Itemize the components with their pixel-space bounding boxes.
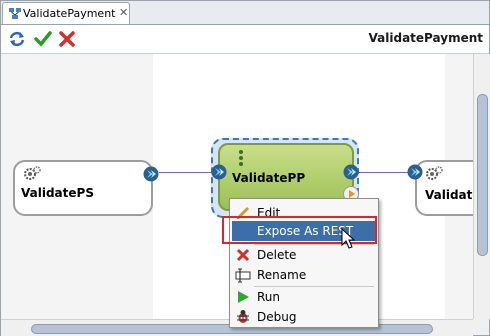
service-port-icon[interactable] [143,166,159,182]
check-icon[interactable] [33,29,53,49]
wire-left [159,172,215,173]
component-validateps[interactable]: ValidatePS [13,160,159,216]
gear-icon [24,166,41,180]
composite-icon [9,8,21,19]
component-label: ValidatePP [232,171,306,185]
close-icon[interactable]: ✕ [119,6,128,19]
run-triangle-icon [238,291,249,303]
cancel-icon[interactable] [57,29,77,49]
component-label: ValidateI [425,188,473,202]
toolbar: ValidatePayment [1,25,489,54]
menu-item-rename[interactable]: Rename [232,265,376,285]
vertical-scroll-thumb[interactable] [477,94,488,256]
service-port-icon[interactable] [407,164,423,180]
menu-item-label: Debug [257,310,297,324]
component-label: ValidatePS [21,186,94,200]
menu-item-label: Run [257,290,281,304]
mediator-icon [239,150,243,166]
tab-validatepayment[interactable]: ValidatePayment ✕ [2,2,130,24]
refresh-icon[interactable] [7,29,27,49]
service-port-icon[interactable] [211,164,227,180]
tab-label: ValidatePayment [23,7,116,20]
vertical-scrollbar[interactable] [473,54,490,319]
bug-icon [237,310,249,323]
reference-port-icon[interactable] [343,164,359,180]
menu-item-run[interactable]: Run [232,287,376,307]
component-validatei[interactable]: ValidateI [415,160,473,216]
tab-strip: ValidatePayment ✕ [1,1,489,25]
gear-icon [426,166,443,180]
mouse-cursor-icon [341,228,356,249]
scroll-corner [473,319,489,335]
rename-icon [235,268,251,283]
menu-item-label: Rename [257,268,307,282]
red-x-icon [236,248,250,262]
composite-title: ValidatePayment [368,31,483,45]
menu-item-label: Delete [257,248,297,262]
menu-item-debug[interactable]: Debug [232,307,376,327]
